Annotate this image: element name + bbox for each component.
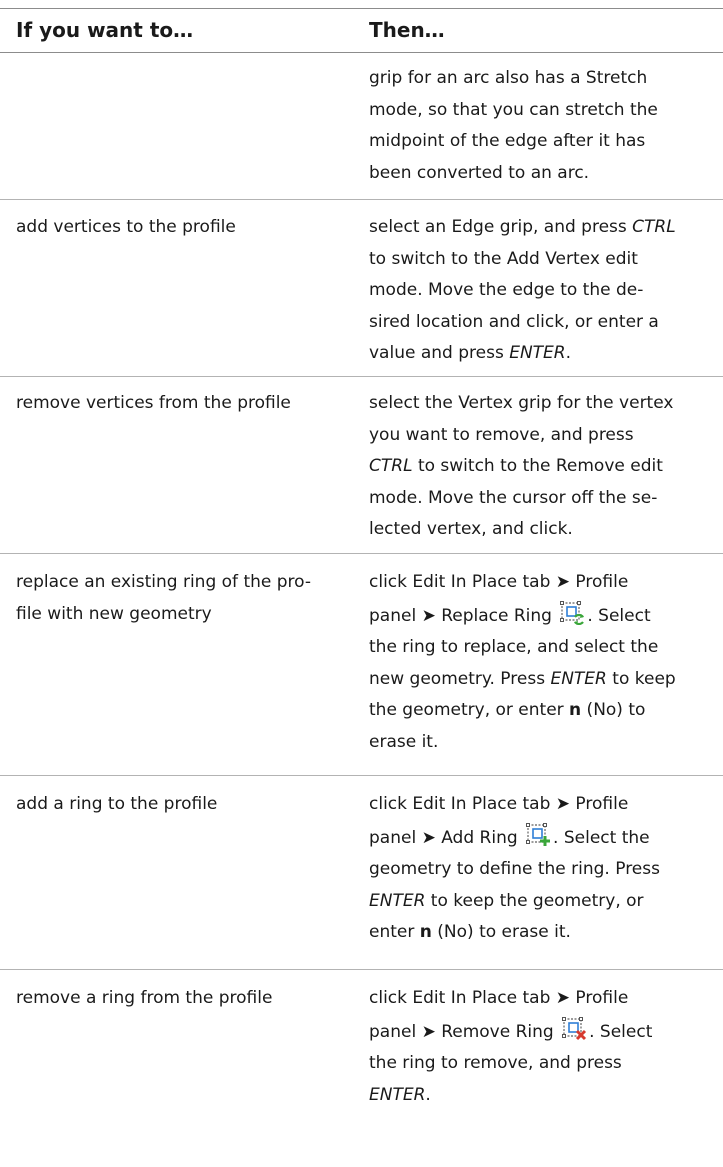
then-text: click Edit In Place tab ➤ Profile panel … [369, 789, 660, 949]
header-col1: If you want to… [16, 18, 194, 42]
text-line: grip for an arc also has a Stretch [369, 68, 648, 88]
text-line: select an Edge grip, and press CTRL [369, 217, 676, 237]
row-rule [0, 969, 723, 970]
text-line: lected vertex, and click. [369, 519, 573, 539]
text-line: new geometry. Press ENTER to keep [369, 668, 676, 689]
text-line: mode, so that you can stretch the [369, 99, 658, 120]
action-text: replace an existing ring of the pro-file… [16, 567, 311, 630]
text-line: replace an existing ring of the pro- [16, 572, 312, 592]
text-line: remove a ring from the profile [16, 988, 273, 1008]
text-line: file with new geometry [16, 603, 212, 624]
header-col2: Then… [369, 18, 445, 42]
text-line: CTRL to switch to the Remove edit [369, 456, 663, 476]
then-text: grip for an arc also has a Stretch mode, … [369, 63, 658, 189]
text-line: the ring to remove, and press [369, 1053, 622, 1073]
text-line: the ring to replace, and select the [369, 637, 659, 657]
add-ring-icon [526, 822, 551, 846]
table-top-rule [0, 8, 723, 9]
text-line: remove vertices from the profile [16, 393, 291, 413]
row-rule [0, 775, 723, 776]
remove-ring-icon [562, 1016, 587, 1040]
text-line: mode. Move the edge to the de- [369, 280, 644, 300]
then-text: click Edit In Place tab ➤ Profile panel … [369, 567, 676, 758]
text-line: you want to remove, and press [369, 424, 634, 445]
row-rule [0, 553, 723, 554]
row-rule [0, 376, 723, 377]
text-line: add vertices to the profile [16, 217, 236, 237]
then-text: select the Vertex grip for the vertex you… [369, 388, 673, 546]
text-line: mode. Move the cursor off the se- [369, 487, 658, 508]
text-line: been converted to an arc. [369, 162, 590, 183]
action-text: remove a ring from the profile [16, 983, 272, 1015]
header-rule [0, 52, 723, 53]
row-rule [0, 199, 723, 200]
text-line: enter n (No) to erase it. [369, 922, 571, 942]
text-line: panel ➤ Replace Ring . Select [369, 599, 676, 633]
text-line: midpoint of the edge after it has [369, 131, 646, 151]
text-line: add a ring to the profile [16, 794, 218, 814]
text-line: sired location and click, or enter a [369, 311, 659, 332]
text-line: ENTER to keep the geometry, or [369, 890, 644, 911]
text-line: panel ➤ Remove Ring . Select [369, 1015, 652, 1049]
replace-ring-icon [560, 600, 585, 625]
text-line: erase it. [369, 731, 439, 752]
text-line: the geometry, or enter n (No) to [369, 700, 646, 720]
then-text: select an Edge grip, and press CTRL to sw… [369, 212, 676, 370]
text-line: geometry to define the ring. Press [369, 859, 660, 879]
action-text: add vertices to the profile [16, 212, 236, 244]
text-line: select the Vertex grip for the vertex [369, 393, 674, 413]
text-line: click Edit In Place tab ➤ Profile [369, 988, 629, 1008]
text-line: ENTER. [369, 1084, 431, 1105]
text-line: panel ➤ Add Ring . Select the [369, 821, 660, 855]
document-page: If you want to… Then… grip for an arc al… [0, 0, 723, 1167]
action-text: remove vertices from the profile [16, 388, 291, 420]
text-line: to switch to the Add Vertex edit [369, 248, 638, 269]
text-line: click Edit In Place tab ➤ Profile [369, 572, 629, 592]
text-line: value and press ENTER. [369, 343, 572, 363]
action-text: add a ring to the profile [16, 789, 217, 821]
text-line: click Edit In Place tab ➤ Profile [369, 794, 629, 814]
then-text: click Edit In Place tab ➤ Profile panel … [369, 983, 652, 1111]
